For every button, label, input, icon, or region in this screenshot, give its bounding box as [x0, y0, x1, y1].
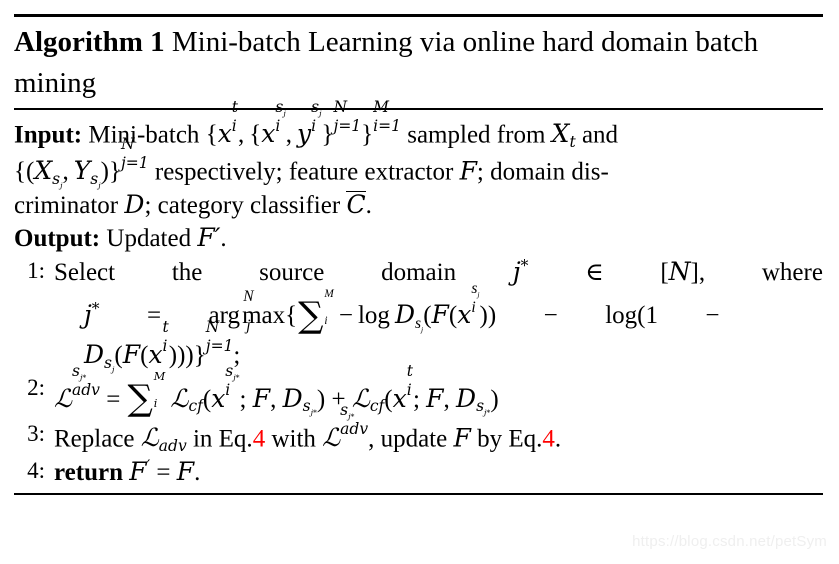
step-1-equals-sign: =	[146, 302, 162, 330]
step-3-eqref-2: Eq.4.	[508, 425, 561, 452]
step-3-word-replace: Replace	[54, 425, 135, 453]
step-1-discriminator-target-term: Dsj(F(x t i)))} Nj=1;	[84, 318, 241, 374]
step-2-body: ℒsj* adv = ∑ Mi ℒcf(x sj* i; F, Dsj*) + ℒcf(…	[54, 361, 823, 420]
step-4-return-expression: F′ = F.	[129, 456, 201, 486]
algorithm-step-4: 4: return F′ = F.	[14, 456, 823, 490]
step-1-word-source: source	[259, 258, 325, 286]
input-text-5: ; domain dis-	[476, 158, 609, 186]
step-4-body: return F′ = F.	[54, 456, 823, 490]
algorithm-title: Algorithm 1 Mini-batch Learning via onli…	[14, 17, 823, 108]
algorithm-block: Algorithm 1 Mini-batch Learning via onli…	[14, 14, 823, 495]
input-label: Input:	[14, 121, 83, 149]
category-classifier-symbol: C	[346, 189, 366, 219]
step-1-jstar-symbol: j*	[512, 256, 529, 286]
step-1-line-3: Dsj(F(x t i)))} Nj=1;	[54, 318, 823, 374]
step-3-eqref-1: Eq.4	[219, 425, 266, 452]
step-4-number: 4:	[27, 457, 45, 483]
algorithm-step-3: 3: Replace ℒadv in Eq.4 with ℒsj* adv, up…	[14, 401, 823, 456]
step-2-number: 2:	[27, 374, 45, 400]
output-period: .	[220, 225, 227, 253]
feature-extractor-symbol: F	[459, 156, 477, 186]
step-1-argmax-equation: j* = Narg max j {∑ Mi − log Dsj(F(x sj i)) − …	[84, 279, 720, 336]
input-minibatch-set: {x t i, {x sj i, y sj i} Nj=1} Mi=1	[205, 97, 401, 149]
output-symbol: F′	[197, 223, 221, 253]
argmax-upper-limit: N	[243, 287, 254, 305]
step-3-body: Replace ℒadv in Eq.4 with ℒsj* adv, updat…	[54, 401, 823, 456]
step-3-eq-number-2[interactable]: 4	[542, 425, 555, 452]
step-4-return-keyword: return	[54, 458, 123, 486]
step-3-adv-loss-symbol: ℒadv	[140, 423, 187, 455]
step-2-summation-operator: ∑ Mi	[127, 370, 166, 420]
domain-discriminator-symbol: D	[124, 189, 145, 219]
step-1-line-1: Select the source domain j* ∈ [N], where	[54, 256, 823, 290]
step-1-index-set: [N],	[660, 256, 706, 286]
step-1-word-domain: domain	[381, 258, 457, 286]
input-text-7: ; category classifier	[144, 191, 341, 219]
step-3-new-loss-symbol: ℒsj* adv	[322, 401, 369, 453]
step-3-feature-extractor-symbol: F	[453, 423, 471, 453]
step-2-adversarial-loss-equation: ℒsj* adv = ∑ Mi ℒcf(x sj* i; F, Dsj*) + ℒcf(…	[54, 361, 499, 420]
algorithm-bottom-rule	[14, 493, 823, 495]
input-text-2: sampled from	[407, 121, 546, 149]
input-line-continued-2: criminator D; category classifier C.	[14, 189, 823, 223]
output-text: Updated	[106, 225, 192, 253]
step-3-word-with: with	[271, 425, 316, 453]
step-1-membership-operator: ∈	[585, 258, 604, 286]
step-1-word-select: Select	[54, 258, 116, 286]
step-3-eq-label-2: Eq.	[508, 425, 543, 453]
step-1-argmax-rhs: Narg max j {∑ Mi − log Dsj(F(x sj i))	[208, 279, 497, 336]
algorithm-body: Input: Mini-batch {x t i, {x sj i, y sj i} Nj=1…	[14, 97, 823, 493]
input-line-continued: {(Xsj, Ysj)} Nj=1 respectively; feature e…	[14, 134, 823, 191]
input-text-4: respectively; feature extractor	[154, 158, 454, 186]
step-3-word-by: by	[477, 425, 503, 453]
step-1-number: 1:	[27, 257, 45, 283]
step-3-eq-number-1[interactable]: 4	[253, 425, 266, 452]
step-1-jstar-lhs: j*	[84, 300, 100, 330]
algorithm-step-2: 2: ℒsj* adv = ∑ Mi ℒcf(x sj* i; F, Dsj*) + ℒ…	[14, 361, 823, 420]
step-3-number: 3:	[27, 420, 45, 446]
step-1-log-term: log(1	[605, 302, 658, 330]
argmax-lower-limit: j	[246, 317, 251, 335]
step-1-word-where: where	[761, 258, 823, 286]
step-1-line-2: j* = Narg max j {∑ Mi − log Dsj(F(x sj i)) − …	[54, 279, 823, 336]
input-target-domain-symbol: Xt	[551, 119, 576, 152]
step-1-body: Select the source domain j* ∈ [N], where…	[54, 256, 823, 373]
algorithm-step-1: 1: Select the source domain j* ∈ [N], wh…	[14, 256, 823, 373]
step-3-text-update: , update	[368, 425, 448, 453]
output-label: Output:	[14, 225, 101, 253]
step-1-word-the: the	[171, 258, 203, 286]
watermark-text: https://blog.csdn.net/petSym	[632, 533, 827, 550]
output-line: Output: Updated F′.	[14, 222, 823, 256]
algorithm-title-keyword: Algorithm 1	[14, 26, 165, 58]
input-source-domains-set: {(Xsj, Ysj)} Nj=1	[14, 134, 149, 191]
input-text-6: criminator	[14, 191, 119, 219]
step-3-word-in: in	[192, 425, 213, 453]
step-3-final-period: .	[554, 425, 562, 453]
step-3-eq-label-1: Eq.	[218, 425, 253, 453]
step-1-minus-sign: −	[543, 302, 558, 330]
input-text-8: .	[365, 191, 372, 219]
step-1-trailing-minus: −	[705, 302, 720, 330]
input-text-3: and	[581, 121, 619, 149]
summation-operator: ∑ Mi	[298, 288, 334, 336]
